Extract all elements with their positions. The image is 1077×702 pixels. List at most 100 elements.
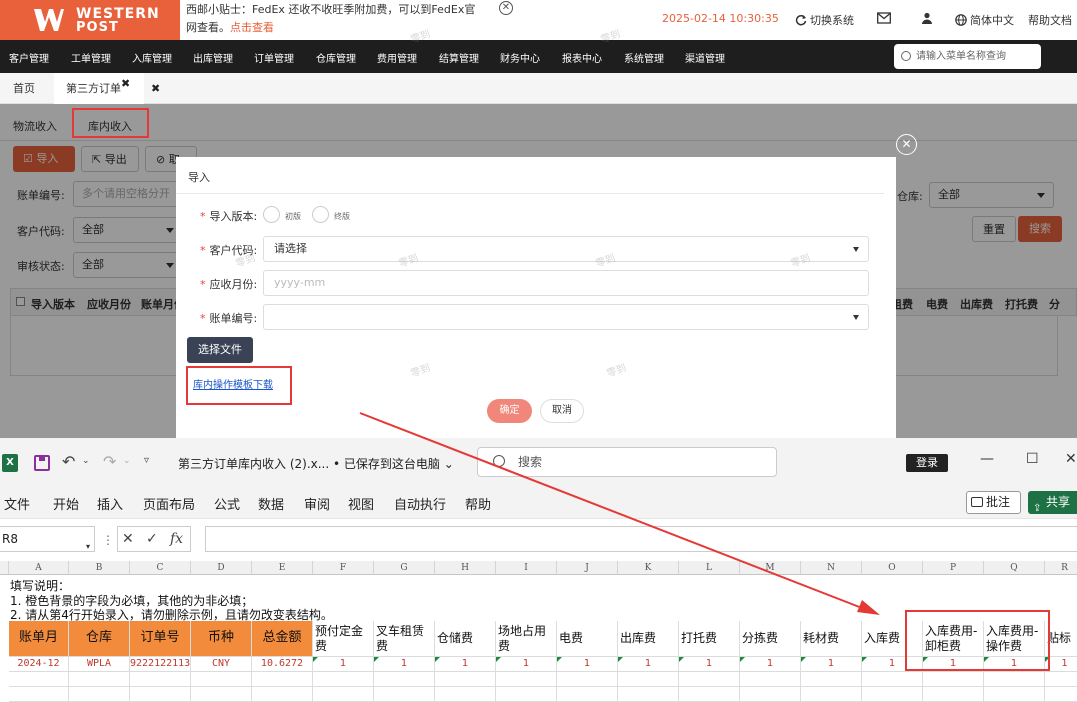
header-cell[interactable]: 仓储费	[435, 621, 496, 657]
excel-filename[interactable]: 第三方订单库内收入 (2).x... • 已保存到这台电脑 ⌄	[178, 455, 454, 472]
empty-cell[interactable]	[1045, 672, 1077, 687]
empty-cell[interactable]	[1045, 687, 1077, 702]
cancel-button[interactable]: 取消	[540, 399, 584, 423]
header-cell[interactable]: 入库费	[862, 621, 923, 657]
choose-file-button[interactable]: 选择文件	[187, 337, 253, 363]
tab-home[interactable]: 首页	[1, 73, 47, 104]
ribbon-tab-view[interactable]: 视图	[348, 494, 374, 513]
close-window-icon[interactable]: ✕	[1065, 451, 1077, 467]
data-cell[interactable]: 1	[679, 657, 740, 672]
dialog-close-icon[interactable]: ✕	[896, 134, 917, 155]
logo[interactable]: WESTERN POST	[0, 0, 180, 40]
data-cell[interactable]: 1	[557, 657, 618, 672]
column-header-F[interactable]: F	[313, 561, 374, 575]
ribbon-tab-insert[interactable]: 插入	[97, 494, 123, 513]
empty-cell[interactable]	[618, 687, 679, 702]
header-cell[interactable]: 叉车租赁费	[374, 621, 435, 657]
data-cell[interactable]: 10.6272	[252, 657, 313, 672]
excel-search-box[interactable]: 搜索	[477, 447, 777, 477]
ribbon-tab-automate[interactable]: 自动执行	[394, 494, 446, 513]
header-cell[interactable]: 分拣费	[740, 621, 801, 657]
menu-item-fee[interactable]: 费用管理	[377, 50, 417, 65]
mail-button[interactable]	[877, 12, 894, 25]
header-cell[interactable]: 预付定金费	[313, 621, 374, 657]
fx-button[interactable]: fx	[170, 527, 183, 551]
minimize-icon[interactable]: —	[980, 451, 994, 467]
data-cell[interactable]: 1	[1045, 657, 1077, 672]
select-all-corner[interactable]	[0, 561, 9, 575]
share-button[interactable]: ⇪ 共享	[1028, 491, 1077, 514]
save-icon[interactable]	[34, 455, 50, 471]
empty-cell[interactable]	[496, 672, 557, 687]
column-header-B[interactable]: B	[69, 561, 130, 575]
header-cell[interactable]: 订单号	[130, 621, 191, 657]
menu-item-finance[interactable]: 财务中心	[500, 50, 540, 65]
empty-cell[interactable]	[130, 687, 191, 702]
tab-close-icon[interactable]: ✖	[121, 77, 130, 90]
column-header-J[interactable]: J	[557, 561, 618, 575]
menu-item-system[interactable]: 系统管理	[624, 50, 664, 65]
header-cell[interactable]: 出库费	[618, 621, 679, 657]
empty-cell[interactable]	[984, 672, 1045, 687]
cancel-formula-icon[interactable]: ✕	[122, 527, 134, 551]
column-header-A[interactable]: A	[9, 561, 69, 575]
formula-input[interactable]	[205, 526, 1077, 552]
ribbon-tab-formulas[interactable]: 公式	[214, 494, 240, 513]
header-cell[interactable]: 总金额	[252, 621, 313, 657]
menu-item-report[interactable]: 报表中心	[562, 50, 602, 65]
header-cell[interactable]: 贴标费	[1045, 621, 1077, 657]
header-cell[interactable]: 耗材费	[801, 621, 862, 657]
empty-cell[interactable]	[679, 672, 740, 687]
empty-cell[interactable]	[801, 687, 862, 702]
empty-cell[interactable]	[435, 672, 496, 687]
header-cell[interactable]: 账单月	[9, 621, 69, 657]
empty-cell[interactable]	[252, 687, 313, 702]
maximize-icon[interactable]: ☐	[1026, 451, 1039, 467]
header-cell[interactable]: 打托费	[679, 621, 740, 657]
data-cell[interactable]: WPLA	[69, 657, 130, 672]
header-cell[interactable]: 仓库	[69, 621, 130, 657]
empty-cell[interactable]	[435, 687, 496, 702]
empty-cell[interactable]	[374, 672, 435, 687]
help-link[interactable]: 帮助文档	[1028, 12, 1072, 28]
data-cell[interactable]: 1	[435, 657, 496, 672]
empty-cell[interactable]	[984, 687, 1045, 702]
empty-cell[interactable]	[313, 672, 374, 687]
empty-cell[interactable]	[313, 687, 374, 702]
ribbon-tab-file[interactable]: 文件	[4, 494, 30, 513]
column-header-K[interactable]: K	[618, 561, 679, 575]
ribbon-tab-help[interactable]: 帮助	[465, 494, 491, 513]
empty-cell[interactable]	[557, 687, 618, 702]
column-header-O[interactable]: O	[862, 561, 923, 575]
ribbon-tab-home[interactable]: 开始	[53, 494, 79, 513]
dialog-month-input[interactable]: yyyy-mm	[263, 270, 869, 296]
more-icon[interactable]: ⋮	[102, 533, 114, 547]
data-cell[interactable]: CNY	[191, 657, 252, 672]
column-header-D[interactable]: D	[191, 561, 252, 575]
dialog-customer-select[interactable]: 请选择	[263, 236, 869, 262]
template-download-link[interactable]: 库内操作模板下载	[193, 376, 273, 391]
version-radio-final[interactable]	[312, 206, 329, 223]
language-button[interactable]: 简体中文	[955, 12, 1014, 28]
empty-cell[interactable]	[191, 672, 252, 687]
column-header-M[interactable]: M	[740, 561, 801, 575]
notice-link[interactable]: 点击查看	[230, 21, 274, 34]
column-header-Q[interactable]: Q	[984, 561, 1045, 575]
redo-icon[interactable]: ↷	[103, 452, 116, 471]
column-header-I[interactable]: I	[496, 561, 557, 575]
name-box[interactable]: R8 ▾	[0, 526, 95, 552]
empty-cell[interactable]	[923, 672, 984, 687]
ribbon-tab-review[interactable]: 审阅	[304, 494, 330, 513]
data-cell[interactable]: 2024-12	[9, 657, 69, 672]
switch-system-button[interactable]: 切换系统	[795, 12, 854, 28]
ribbon-tab-data[interactable]: 数据	[258, 494, 284, 513]
empty-cell[interactable]	[740, 672, 801, 687]
menu-search-input[interactable]: 请输入菜单名称查询	[894, 44, 1041, 69]
empty-cell[interactable]	[252, 672, 313, 687]
ribbon-tab-page-layout[interactable]: 页面布局	[143, 494, 195, 513]
column-header-L[interactable]: L	[679, 561, 740, 575]
excel-login-button[interactable]: 登录	[906, 454, 948, 472]
data-cell[interactable]: 1	[374, 657, 435, 672]
user-button[interactable]	[921, 12, 936, 25]
undo-dropdown-icon[interactable]: ⌄	[82, 456, 90, 466]
